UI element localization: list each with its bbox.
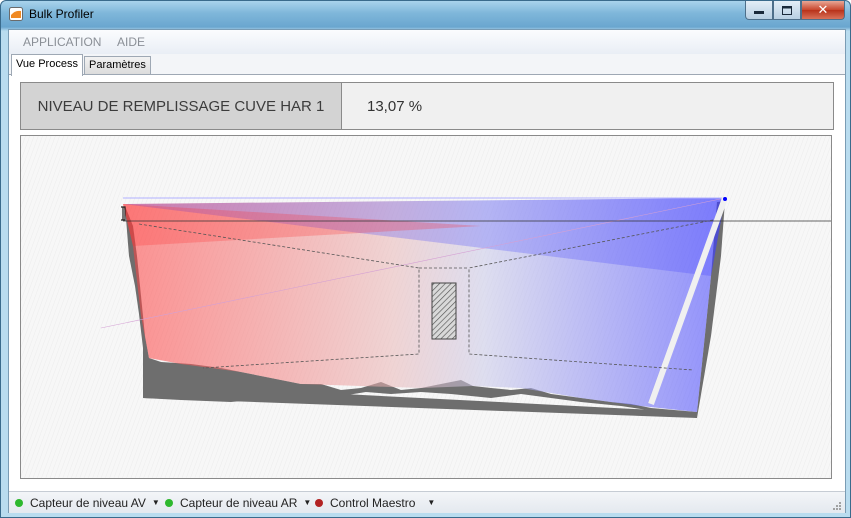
client-area: APPLICATION AIDE Vue Process Paramètres … <box>8 29 846 513</box>
status-bar: Capteur de niveau AV ▼ Capteur de niveau… <box>9 491 845 513</box>
resize-grip-icon[interactable] <box>832 501 842 511</box>
fill-level-panel: NIVEAU DE REMPLISSAGE CUVE HAR 1 13,07 % <box>20 82 834 130</box>
status-sensor-rear[interactable]: Capteur de niveau AR ▼ <box>165 495 311 510</box>
tank-profile-view <box>20 135 832 479</box>
sensor-label: Capteur de niveau AV <box>30 495 146 510</box>
status-indicator-icon <box>315 498 323 507</box>
close-icon: ✕ <box>817 2 829 17</box>
maximize-icon <box>782 5 792 15</box>
dropdown-arrow-icon[interactable]: ▼ <box>427 498 435 507</box>
sensor-label: Capteur de niveau AR <box>180 495 298 510</box>
fill-level-value: 13,07 % <box>367 97 423 115</box>
tab-settings[interactable]: Paramètres <box>84 56 151 74</box>
minimize-icon <box>754 11 764 14</box>
process-view-panel: NIVEAU DE REMPLISSAGE CUVE HAR 1 13,07 % <box>11 75 841 487</box>
status-indicator-icon <box>15 498 23 507</box>
dropdown-arrow-icon[interactable]: ▼ <box>152 498 160 507</box>
menu-help[interactable]: AIDE <box>117 35 145 49</box>
tab-process-view[interactable]: Vue Process <box>11 54 83 76</box>
status-sensor-front[interactable]: Capteur de niveau AV ▼ <box>15 495 160 510</box>
minimize-button[interactable] <box>745 1 773 20</box>
tank-profile-canvas <box>21 136 831 478</box>
maximize-button[interactable] <box>773 1 801 20</box>
status-indicator-icon <box>165 498 173 507</box>
menu-application[interactable]: APPLICATION <box>23 35 101 49</box>
close-button[interactable]: ✕ <box>801 1 845 20</box>
status-control-maestro[interactable]: Control Maestro ▼ <box>315 495 435 510</box>
app-window: Bulk Profiler ✕ APPLICATION AIDE Vue Pro… <box>0 0 851 518</box>
window-title: Bulk Profiler <box>29 7 94 21</box>
tab-strip: Vue Process Paramètres <box>9 54 845 76</box>
sensor-label: Control Maestro <box>330 495 416 510</box>
menu-bar: APPLICATION AIDE <box>9 30 845 54</box>
dropdown-arrow-icon[interactable]: ▼ <box>303 498 311 507</box>
app-icon <box>9 7 23 21</box>
title-bar[interactable]: Bulk Profiler ✕ <box>1 1 850 28</box>
central-obstacle <box>431 282 457 340</box>
fill-level-label: NIVEAU DE REMPLISSAGE CUVE HAR 1 <box>21 83 342 129</box>
right-sensor-icon <box>723 197 727 201</box>
